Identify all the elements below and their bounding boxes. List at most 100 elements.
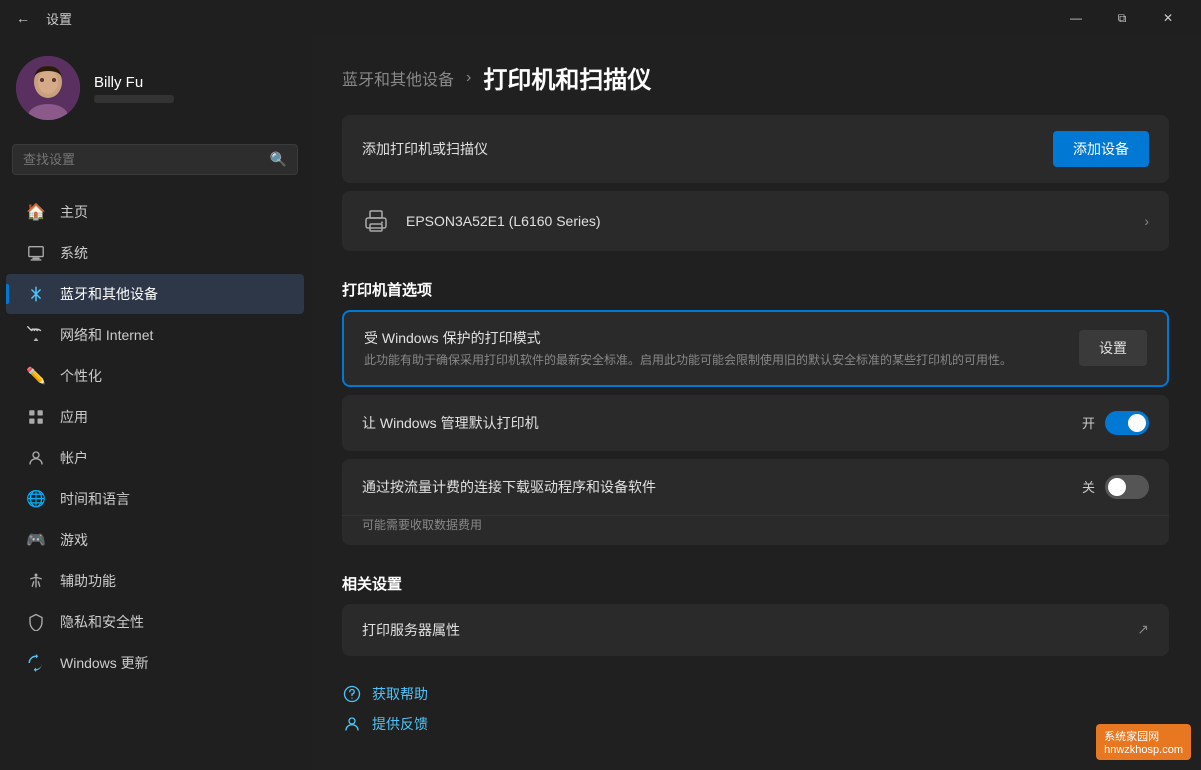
search-container: 🔍 — [0, 136, 310, 187]
sidebar-item-label: Windows 更新 — [60, 653, 149, 673]
feedback-label: 提供反馈 — [372, 714, 428, 734]
protected-print-card: 受 Windows 保护的打印模式 此功能有助于确保采用打印机软件的最新安全标准… — [342, 310, 1169, 387]
sidebar-item-label: 辅助功能 — [60, 571, 116, 591]
close-button[interactable]: ✕ — [1145, 0, 1191, 36]
titlebar: ← 设置 — ⧉ ✕ — [0, 0, 1201, 36]
sidebar-item-personalize[interactable]: ✏️ 个性化 — [6, 356, 304, 396]
sidebar-item-privacy[interactable]: 隐私和安全性 — [6, 602, 304, 642]
protected-print-settings-button[interactable]: 设置 — [1079, 330, 1147, 366]
username: Billy Fu — [94, 74, 174, 91]
content-section: 添加打印机或扫描仪 添加设备 EPSON3A52E1 (L6160 Series… — [310, 115, 1201, 656]
feedback-icon — [342, 714, 362, 734]
manage-default-label: 让 Windows 管理默认打印机 — [362, 413, 539, 433]
sidebar-item-label: 蓝牙和其他设备 — [60, 284, 158, 304]
breadcrumb-parent[interactable]: 蓝牙和其他设备 — [342, 66, 454, 90]
protected-print-title: 受 Windows 保护的打印模式 — [364, 328, 1059, 348]
window-controls: — ⧉ ✕ — [1053, 0, 1191, 36]
sidebar-item-games[interactable]: 🎮 游戏 — [6, 520, 304, 560]
metered-connection-label: 通过按流量计费的连接下载驱动程序和设备软件 — [362, 477, 656, 497]
metered-state: 关 — [1082, 477, 1095, 496]
sidebar-item-bluetooth[interactable]: 蓝牙和其他设备 — [6, 274, 304, 314]
home-icon: 🏠 — [26, 202, 46, 222]
main-layout: Billy Fu 🔍 🏠 主页 系统 — [0, 36, 1201, 770]
sidebar-item-label: 隐私和安全性 — [60, 612, 144, 632]
print-server-row[interactable]: 打印服务器属性 ↗ — [342, 604, 1169, 656]
back-button[interactable]: ← — [10, 8, 36, 28]
bluetooth-icon — [26, 284, 46, 304]
network-icon — [26, 325, 46, 345]
sidebar-item-time[interactable]: 🌐 时间和语言 — [6, 479, 304, 519]
protected-print-text: 受 Windows 保护的打印模式 此功能有助于确保采用打印机软件的最新安全标准… — [364, 328, 1079, 369]
minimize-button[interactable]: — — [1053, 0, 1099, 36]
sidebar-item-label: 主页 — [60, 202, 88, 222]
add-printer-label: 添加打印机或扫描仪 — [362, 139, 488, 159]
games-icon: 🎮 — [26, 530, 46, 550]
sidebar-item-label: 帐户 — [60, 448, 88, 468]
manage-default-toggle-group: 开 — [1082, 411, 1149, 435]
app-title: 设置 — [46, 9, 72, 28]
add-printer-card: 添加打印机或扫描仪 添加设备 — [342, 115, 1169, 183]
sidebar-item-update[interactable]: Windows 更新 — [6, 643, 304, 683]
personalize-icon: ✏️ — [26, 366, 46, 386]
metered-connection-row: 通过按流量计费的连接下载驱动程序和设备软件 关 — [342, 459, 1169, 516]
titlebar-left: ← 设置 — [10, 8, 72, 28]
sidebar: Billy Fu 🔍 🏠 主页 系统 — [0, 36, 310, 770]
metered-connection-toggle[interactable] — [1105, 475, 1149, 499]
metered-toggle-group: 关 — [1082, 475, 1149, 499]
print-server-label: 打印服务器属性 — [362, 620, 460, 640]
system-icon — [26, 243, 46, 263]
manage-default-state: 开 — [1082, 413, 1095, 432]
maximize-button[interactable]: ⧉ — [1099, 0, 1145, 36]
printer-icon — [362, 207, 390, 235]
related-settings-card: 打印服务器属性 ↗ — [342, 604, 1169, 656]
sidebar-item-label: 游戏 — [60, 530, 88, 550]
user-profile[interactable]: Billy Fu — [0, 36, 310, 136]
watermark: 系统家园网 hnwzkhosp.com — [1096, 724, 1191, 760]
user-info: Billy Fu — [94, 74, 174, 103]
time-icon: 🌐 — [26, 489, 46, 509]
page-title: 打印机和扫描仪 — [483, 60, 651, 95]
breadcrumb-separator: › — [466, 69, 471, 87]
printer-name: EPSON3A52E1 (L6160 Series) — [406, 213, 1128, 229]
sidebar-item-label: 应用 — [60, 407, 88, 427]
sidebar-item-system[interactable]: 系统 — [6, 233, 304, 273]
add-device-button[interactable]: 添加设备 — [1053, 131, 1149, 167]
get-help-link[interactable]: 获取帮助 — [342, 684, 1169, 704]
help-icon — [342, 684, 362, 704]
get-help-label: 获取帮助 — [372, 684, 428, 704]
page-header: 蓝牙和其他设备 › 打印机和扫描仪 — [310, 36, 1201, 115]
sidebar-item-home[interactable]: 🏠 主页 — [6, 192, 304, 232]
update-icon — [26, 653, 46, 673]
chevron-right-icon: › — [1144, 213, 1149, 229]
printer-preferences-heading: 打印机首选项 — [342, 259, 1169, 310]
apps-icon — [26, 407, 46, 427]
feedback-link[interactable]: 提供反馈 — [342, 714, 1169, 734]
search-input[interactable] — [23, 152, 262, 167]
sidebar-item-apps[interactable]: 应用 — [6, 397, 304, 437]
search-box: 🔍 — [12, 144, 298, 175]
accounts-icon — [26, 448, 46, 468]
sidebar-item-network[interactable]: 网络和 Internet — [6, 315, 304, 355]
toggle-thumb-metered — [1108, 478, 1126, 496]
nav-list: 🏠 主页 系统 蓝牙和其他设备 网络和 Internet — [0, 187, 310, 688]
related-settings-heading: 相关设置 — [342, 553, 1169, 604]
toggle-thumb — [1128, 414, 1146, 432]
add-printer-row: 添加打印机或扫描仪 添加设备 — [342, 115, 1169, 183]
metered-connection-card: 通过按流量计费的连接下载驱动程序和设备软件 关 可能需要收取数据费用 — [342, 459, 1169, 545]
user-subtitle — [94, 95, 174, 103]
manage-default-card: 让 Windows 管理默认打印机 开 — [342, 395, 1169, 451]
sidebar-item-label: 系统 — [60, 243, 88, 263]
sidebar-item-accessibility[interactable]: 辅助功能 — [6, 561, 304, 601]
sidebar-item-label: 时间和语言 — [60, 489, 130, 509]
metered-sublabel: 可能需要收取数据费用 — [342, 516, 1169, 545]
printer-row[interactable]: EPSON3A52E1 (L6160 Series) › — [342, 191, 1169, 251]
external-link-icon: ↗ — [1137, 621, 1149, 638]
manage-default-toggle[interactable] — [1105, 411, 1149, 435]
sidebar-item-accounts[interactable]: 帐户 — [6, 438, 304, 478]
sidebar-item-label: 个性化 — [60, 366, 102, 386]
avatar — [16, 56, 80, 120]
protected-print-description: 此功能有助于确保采用打印机软件的最新安全标准。启用此功能可能会限制使用旧的默认安… — [364, 352, 1059, 369]
sidebar-item-label: 网络和 Internet — [60, 325, 153, 345]
search-icon: 🔍 — [270, 151, 287, 168]
manage-default-row: 让 Windows 管理默认打印机 开 — [342, 395, 1169, 451]
